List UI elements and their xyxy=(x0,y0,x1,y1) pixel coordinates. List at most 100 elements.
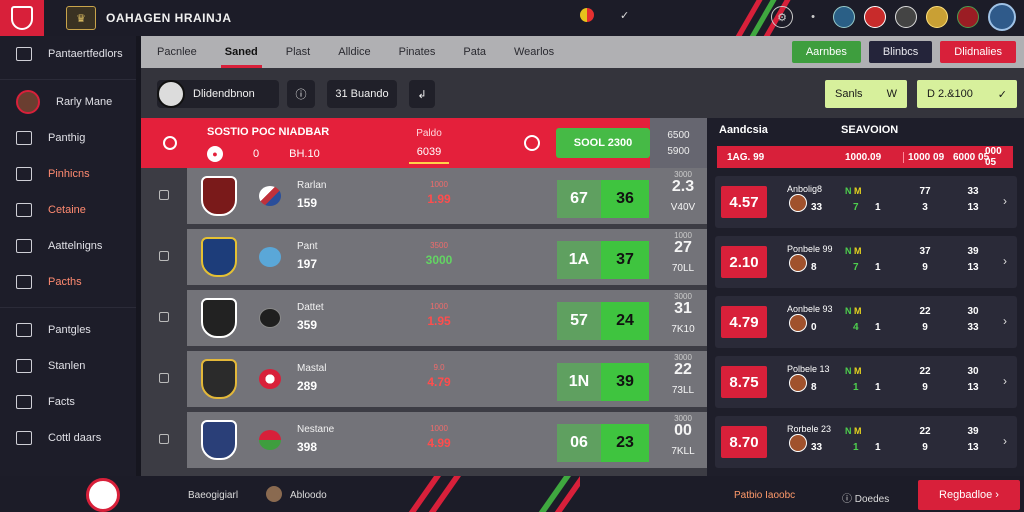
total-badge[interactable]: SOOL 2300 xyxy=(556,128,650,158)
stats-g: N xyxy=(845,426,852,436)
score-primary[interactable]: 57 xyxy=(557,302,601,340)
check-icon[interactable]: ✓ xyxy=(620,9,629,22)
score-primary[interactable]: 67 xyxy=(557,180,601,218)
stats-c4a: 39 xyxy=(967,426,979,437)
team-icon[interactable] xyxy=(864,6,886,28)
tab-1[interactable]: Saned xyxy=(220,36,262,68)
brand-logo[interactable] xyxy=(0,0,44,36)
settings-icon[interactable]: ⚙ xyxy=(771,6,793,28)
table-row[interactable]: Pant 197 3500 3000 1A 37 1000 27 70LL xyxy=(141,229,707,285)
medal-icon[interactable] xyxy=(926,6,948,28)
row-checkbox[interactable] xyxy=(159,373,169,383)
odds-value: 4.79 xyxy=(427,375,451,389)
table-row[interactable]: Mastal 289 9.0 4.79 1N 39 3000 22 73LL xyxy=(141,351,707,407)
chevron-down-icon: ✓ xyxy=(997,88,1007,101)
player-filter-chip[interactable]: Dlidendbnon xyxy=(157,80,279,108)
odds-label: 1000 xyxy=(430,180,448,189)
return-arrow-button[interactable]: ↲ xyxy=(409,80,435,108)
stats-row[interactable]: 4.79 Aonbele 93 0 N M 4 1 22 9 30 33 › xyxy=(715,296,1017,348)
sidebar-item-facts[interactable]: Facts xyxy=(0,384,136,420)
profile-avatar[interactable] xyxy=(988,3,1016,31)
score-secondary[interactable]: 23 xyxy=(601,424,649,462)
sidebar-item-profile[interactable]: Rarly Mane xyxy=(0,84,136,120)
sidebar-item-pinned[interactable]: Pinhicns xyxy=(0,156,136,192)
match-sub-2: BH.10 xyxy=(289,148,320,160)
sidebar-item-pages[interactable]: Pantgles xyxy=(0,312,136,348)
flag-icon[interactable] xyxy=(833,6,855,28)
tab-0[interactable]: Pacnlee xyxy=(157,36,197,68)
tab-bar: Pacnlee Saned Plast Alldice Pinates Pata… xyxy=(141,36,1024,68)
player-number: 159 xyxy=(297,196,318,210)
table-row[interactable]: Rarlan 159 1000 1.99 67 36 3000 2.3 V40V xyxy=(141,168,707,224)
header-mid-label: Paldo xyxy=(416,128,442,139)
stats-g: N xyxy=(845,366,852,376)
stats-row[interactable]: 4.57 Anbolig8 33 N M 7 1 77 3 33 13 › xyxy=(715,176,1017,228)
info-button[interactable]: ⓘ xyxy=(287,80,315,108)
score-secondary[interactable]: 24 xyxy=(601,302,649,340)
tab-4[interactable]: Pinates xyxy=(399,36,436,68)
score-primary[interactable]: 1A xyxy=(557,241,601,279)
flag-icon xyxy=(259,369,281,389)
club-icon[interactable] xyxy=(957,6,979,28)
status-dot-icon[interactable] xyxy=(580,8,594,22)
score-secondary[interactable]: 36 xyxy=(601,180,649,218)
sidebar-item-overview[interactable]: Pantaertfedlors xyxy=(0,36,136,72)
chevron-right-icon[interactable]: › xyxy=(1003,194,1007,208)
score-secondary[interactable]: 37 xyxy=(601,241,649,279)
tab-6[interactable]: Wearlos xyxy=(514,36,554,68)
sidebar-item-settings[interactable]: Aattelnigns xyxy=(0,228,136,264)
round-filter-button[interactable]: 31 Buando xyxy=(327,80,397,108)
stats-gy: N M xyxy=(845,426,862,436)
tab-3[interactable]: Alldice xyxy=(338,36,370,68)
red-action-button[interactable]: Dlidnalies xyxy=(940,41,1016,63)
row-checkbox[interactable] xyxy=(159,251,169,261)
stat-value: 27 xyxy=(674,239,692,256)
sidebar-item-cards[interactable]: Cottl daars xyxy=(0,420,136,456)
score-secondary[interactable]: 39 xyxy=(601,363,649,401)
green-action-button[interactable]: Aarnbes xyxy=(791,41,861,63)
table-row[interactable]: Nestane 398 1000 4.99 06 23 3000 00 7KLL xyxy=(141,412,707,468)
more-icon[interactable]: • xyxy=(802,6,824,28)
score-primary[interactable]: 1N xyxy=(557,363,601,401)
table-row[interactable]: Dattet 359 1000 1.95 57 24 3000 31 7K10 xyxy=(141,290,707,346)
chevron-right-icon[interactable]: › xyxy=(1003,314,1007,328)
chevron-right-icon[interactable]: › xyxy=(1003,434,1007,448)
value-select[interactable]: D 2.&100 ✓ xyxy=(917,80,1017,108)
odds-value: 4.99 xyxy=(427,436,451,450)
row-checkbox[interactable] xyxy=(159,434,169,444)
sidebar-item-label: Pinhicns xyxy=(48,168,90,180)
footer-link[interactable]: Patbio Iaoobc xyxy=(734,490,795,501)
sidebar-item-content[interactable]: Cetaine xyxy=(0,192,136,228)
stats-row[interactable]: 8.75 Polbele 13 8 N M 1 1 22 9 30 13 › xyxy=(715,356,1017,408)
chevron-right-icon[interactable]: › xyxy=(1003,374,1007,388)
chevron-right-icon[interactable]: › xyxy=(1003,254,1007,268)
row-checkbox[interactable] xyxy=(159,190,169,200)
stats-n1: 8 xyxy=(811,382,817,393)
header-right-box: 6500 5900 xyxy=(650,118,707,168)
stats-g2: 4 xyxy=(853,322,859,333)
row-checkbox[interactable] xyxy=(159,312,169,322)
sort-select[interactable]: Sanls W xyxy=(825,80,907,108)
stats-row[interactable]: 2.10 Ponbele 99 8 N M 7 1 37 9 39 13 › xyxy=(715,236,1017,288)
minus-icon[interactable] xyxy=(524,135,540,151)
footer-details-link[interactable]: ⓘ Doedes xyxy=(842,490,889,505)
sidebar-item-standings[interactable]: Stanlen xyxy=(0,348,136,384)
footer-avatar[interactable] xyxy=(266,486,282,502)
player-mini-avatar xyxy=(789,194,807,212)
dark-action-button[interactable]: Blinbcs xyxy=(868,41,933,63)
stats-row[interactable]: 8.70 Rorbele 23 33 N M 1 1 22 9 39 13 › xyxy=(715,416,1017,468)
bookmark-icon xyxy=(16,131,32,145)
sidebar-item-patches[interactable]: Pacths xyxy=(0,264,136,300)
target-icon[interactable] xyxy=(163,136,177,150)
sidebar-item-ranking[interactable]: Panthig xyxy=(0,120,136,156)
odds-label: 1000 xyxy=(430,302,448,311)
register-button[interactable]: Regbadloe › xyxy=(918,480,1020,510)
user-icon[interactable] xyxy=(895,6,917,28)
footer-logo-icon[interactable] xyxy=(86,478,120,512)
stats-gy: N M xyxy=(845,306,862,316)
tab-2[interactable]: Plast xyxy=(286,36,310,68)
odds-label: 1000 xyxy=(430,424,448,433)
player-number: 197 xyxy=(297,257,318,271)
tab-5[interactable]: Pata xyxy=(463,36,486,68)
score-primary[interactable]: 06 xyxy=(557,424,601,462)
